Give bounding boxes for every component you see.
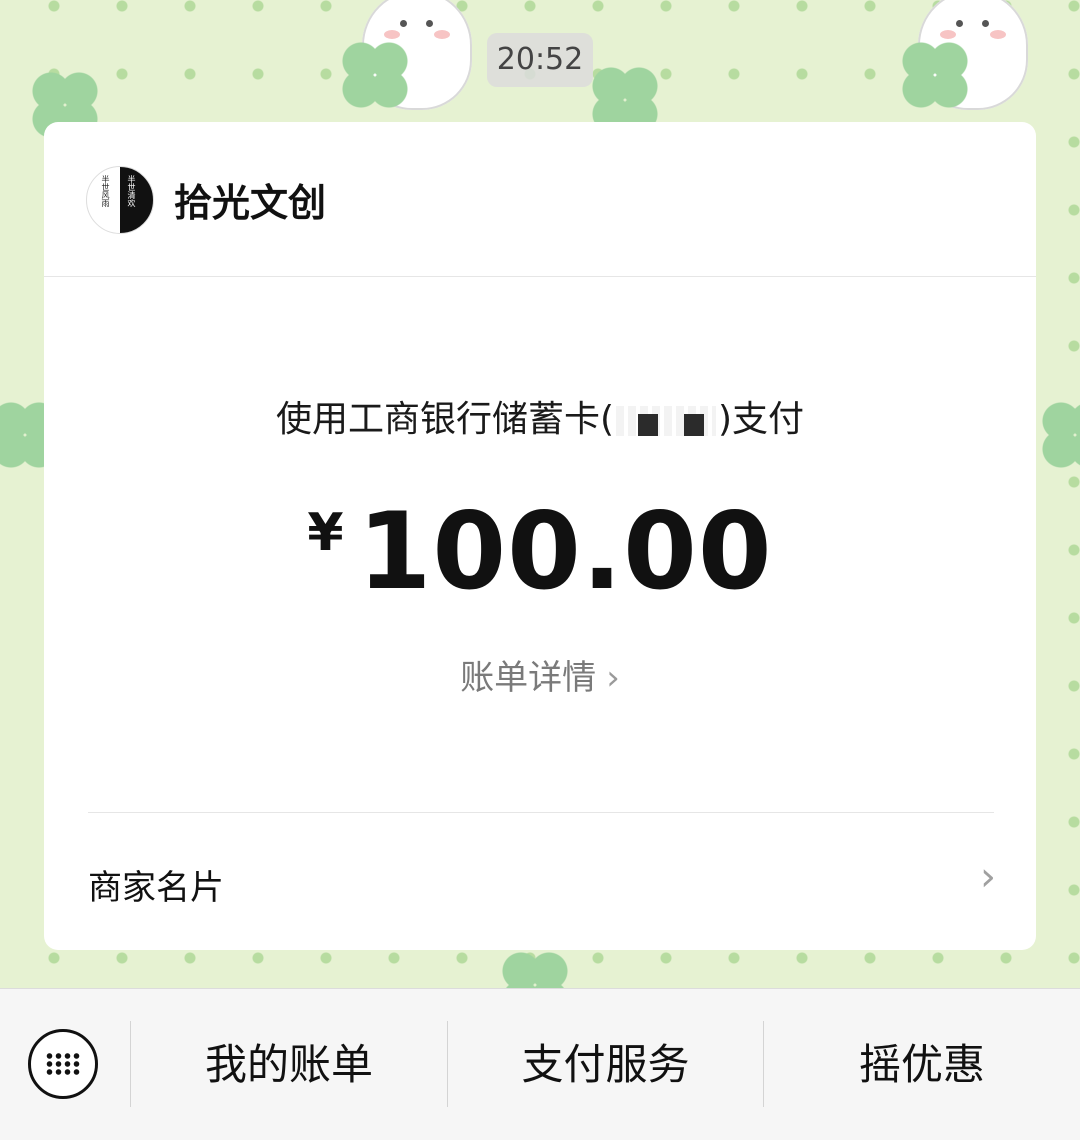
payment-method-prefix: 使用工商银行储蓄卡( [275, 399, 614, 440]
merchant-name: 拾光文创 [174, 181, 327, 225]
clover-icon [500, 950, 570, 990]
menu-item-my-bills[interactable]: 我的账单 [131, 989, 447, 1140]
menu-item-shake-offers[interactable]: 摇优惠 [764, 989, 1080, 1140]
keyboard-keys [45, 1052, 81, 1076]
bill-detail-label: 账单详情 [460, 658, 597, 698]
merchant-card-label: 商家名片 [88, 868, 224, 908]
amount-value: 100.00 [357, 490, 773, 613]
clover-icon [900, 40, 970, 110]
currency-symbol: ¥ [307, 503, 344, 563]
redacted-card-number [616, 406, 716, 436]
merchant-card-row[interactable]: 商家名片 › [44, 814, 1036, 950]
payment-amount: ¥100.00 [44, 490, 1036, 613]
bottom-menu-bar: 我的账单 支付服务 摇优惠 [0, 988, 1080, 1140]
payment-method: 使用工商银行储蓄卡( )支付 [44, 390, 1036, 442]
clover-icon [1040, 400, 1080, 470]
message-timestamp: 20:52 [487, 33, 593, 87]
card-header[interactable]: 半世风雨 半世清欢 拾光文创 [44, 122, 1036, 277]
logo-seal-left: 半世风雨 [101, 175, 110, 207]
menu-item-payment-service[interactable]: 支付服务 [448, 989, 763, 1140]
keyboard-icon[interactable] [28, 1029, 98, 1099]
chevron-right-icon: › [606, 658, 620, 698]
bill-detail-link[interactable]: 账单详情 › [44, 650, 1036, 699]
clover-icon [340, 40, 410, 110]
divider [88, 812, 994, 813]
logo-seal-right: 半世清欢 [127, 175, 136, 207]
payment-notification-card[interactable]: 半世风雨 半世清欢 拾光文创 使用工商银行储蓄卡( )支付 ¥100.00 账单详… [44, 122, 1036, 950]
chevron-right-icon: › [980, 854, 996, 900]
payment-method-suffix: )支付 [718, 399, 805, 440]
merchant-logo: 半世风雨 半世清欢 [86, 166, 154, 234]
